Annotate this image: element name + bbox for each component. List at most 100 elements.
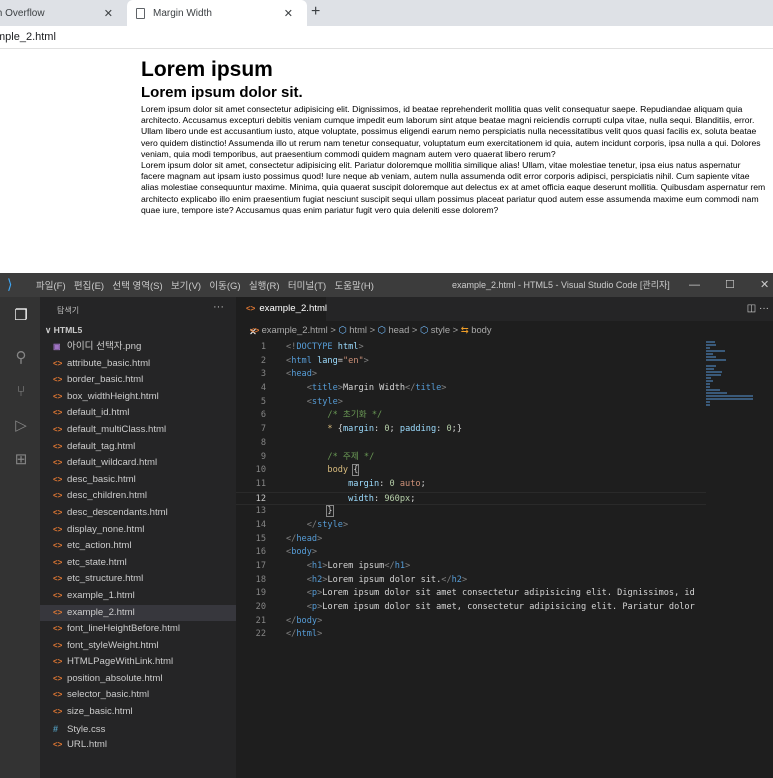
close-icon[interactable]: ✕ [284,7,293,20]
menu-item[interactable]: 보기(V) [171,278,201,292]
code-line[interactable]: 6 /* 초기화 */ [236,409,706,423]
menu-item[interactable]: 도움말(H) [335,278,374,292]
symbol-icon: ⬡ [377,324,389,335]
file-item[interactable]: <> URL.html [40,737,236,754]
minimap[interactable] [706,341,766,761]
file-item[interactable]: <> example_1.html [40,588,236,605]
menu-item[interactable]: 이동(G) [209,278,240,292]
code-line[interactable]: 3 <head> [236,368,706,382]
search-icon[interactable]: ⚲ [12,349,30,367]
file-name: desc_children.html [67,490,147,502]
line-number: 19 [255,588,266,599]
file-name: etc_action.html [67,540,132,552]
close-icon[interactable]: ✕ [104,7,113,20]
code-line[interactable]: 22 </html> [236,628,706,642]
file-item[interactable]: <> border_basic.html [40,372,236,389]
line-number: 17 [255,561,266,571]
code-line[interactable]: 16 <body> [236,546,706,560]
file-item[interactable]: <> position_absolute.html [40,671,236,688]
source-control-icon[interactable]: ⑂ [12,383,30,401]
minimap-line [706,374,721,376]
code-line[interactable]: 14 </style> [236,519,706,533]
code-line[interactable]: 18 <h2>Lorem ipsum dolor sit.</h2> [236,574,706,588]
html-file-icon: <> [53,375,63,385]
html-file-icon: <> [53,408,63,418]
extensions-icon[interactable]: ⊞ [12,451,30,469]
code-line[interactable]: 17 <h1>Lorem ipsum</h1> [236,560,706,574]
paragraph-1: Lorem ipsum dolor sit amet consectetur a… [141,104,761,159]
activity-bar: ❐ ⚲ ⑂ ▷ ⊞ [0,297,40,778]
code-text: <html lang="en"> [286,355,369,366]
file-item[interactable]: <> HTMLPageWithLink.html [40,654,236,671]
folder-html5[interactable]: ∨ HTML5 [45,325,82,336]
browser-tab-margin-width[interactable]: Margin Width ✕ [127,0,307,26]
breadcrumb-item[interactable]: style [431,324,450,335]
file-item[interactable]: <> etc_action.html [40,538,236,555]
menu-item[interactable]: 선택 영역(S) [112,278,162,292]
code-line[interactable]: 20 <p>Lorem ipsum dolor sit amet, consec… [236,601,706,615]
minimize-button[interactable]: — [689,273,700,297]
vscode-logo-icon: ⟩ [7,276,13,292]
line-number: 16 [255,547,266,558]
file-item[interactable]: <> display_none.html [40,522,236,539]
file-item[interactable]: <> box_widthHeight.html [40,389,236,406]
file-item[interactable]: # Style.css [40,721,236,738]
breadcrumb-item[interactable]: body [471,324,491,335]
file-name: Style.css [67,723,106,735]
code-line[interactable]: 11 margin: 0 auto; [236,478,706,492]
breadcrumb-item[interactable]: html [349,324,367,335]
code-line[interactable]: 7 * {margin: 0; padding: 0;} [236,423,706,437]
tab-title: Margin Width [153,7,212,19]
file-item[interactable]: <> default_id.html [40,405,236,422]
file-item[interactable]: <> default_multiClass.html [40,422,236,439]
code-view[interactable]: 1 <!DOCTYPE html> 2 <html lang="en"> 3 <head>… [236,341,706,642]
code-line[interactable]: 2 <html lang="en"> [236,355,706,369]
new-tab-button[interactable]: + [311,3,320,21]
file-item[interactable]: <> size_basic.html [40,704,236,721]
code-line[interactable]: 12 width: 960px; [236,491,706,506]
close-window-button[interactable]: ✕ [760,273,769,297]
file-name: default_id.html [67,407,130,419]
menu-item[interactable]: 편집(E) [74,278,104,292]
file-item[interactable]: <> attribute_basic.html [40,356,236,373]
code-line[interactable]: 8 [236,437,706,451]
explorer-icon[interactable]: ❐ [12,307,30,325]
file-item[interactable]: <> default_tag.html [40,439,236,456]
code-line[interactable]: 21 </body> [236,615,706,629]
code-line[interactable]: 9 /* 주제 */ [236,451,706,465]
code-line[interactable]: 4 <title>Margin Width</title> [236,382,706,396]
code-line[interactable]: 10 body { [236,464,706,478]
file-item[interactable]: <> font_lineHeightBefore.html [40,621,236,638]
file-item[interactable]: <> default_wildcard.html [40,455,236,472]
file-item[interactable]: <> font_styleWeight.html [40,638,236,655]
code-line[interactable]: 1 <!DOCTYPE html> [236,341,706,355]
browser-tab-overflow[interactable]: th Overflow ✕ [0,0,127,26]
minimap-line [706,401,711,403]
address-bar[interactable]: mple_2.html [0,26,773,49]
code-line[interactable]: 13 } [236,505,706,519]
more-actions-icon[interactable]: ··· [213,301,224,313]
file-item[interactable]: <> desc_descendants.html [40,505,236,522]
run-debug-icon[interactable]: ▷ [12,417,30,435]
editor-tab-example-2[interactable]: <> example_2.html ✕ [236,297,327,338]
split-editor-icon[interactable]: ◫ ··· [747,297,769,321]
html-file-icon: <> [53,391,63,401]
file-item[interactable]: <> desc_basic.html [40,472,236,489]
code-text: width: 960px; [348,493,416,504]
maximize-button[interactable]: ☐ [725,273,735,297]
code-line[interactable]: 15 </head> [236,533,706,547]
file-item[interactable]: <> etc_structure.html [40,571,236,588]
menu-item[interactable]: 파일(F) [36,278,66,292]
file-name: desc_descendants.html [67,506,168,518]
menu-item[interactable]: 터미널(T) [288,278,326,292]
breadcrumb-item[interactable]: head [388,324,409,335]
file-item[interactable]: <> example_2.html [40,604,236,622]
breadcrumb-item[interactable]: example_2.html [262,324,328,335]
menu-item[interactable]: 실행(R) [249,278,280,292]
code-line[interactable]: 19 <p>Lorem ipsum dolor sit amet consect… [236,587,706,601]
file-item[interactable]: <> etc_state.html [40,555,236,572]
file-item[interactable]: <> desc_children.html [40,488,236,505]
file-item[interactable]: ▣ 아이디 선택자.png [40,339,236,356]
code-line[interactable]: 5 <style> [236,396,706,410]
file-item[interactable]: <> selector_basic.html [40,687,236,704]
